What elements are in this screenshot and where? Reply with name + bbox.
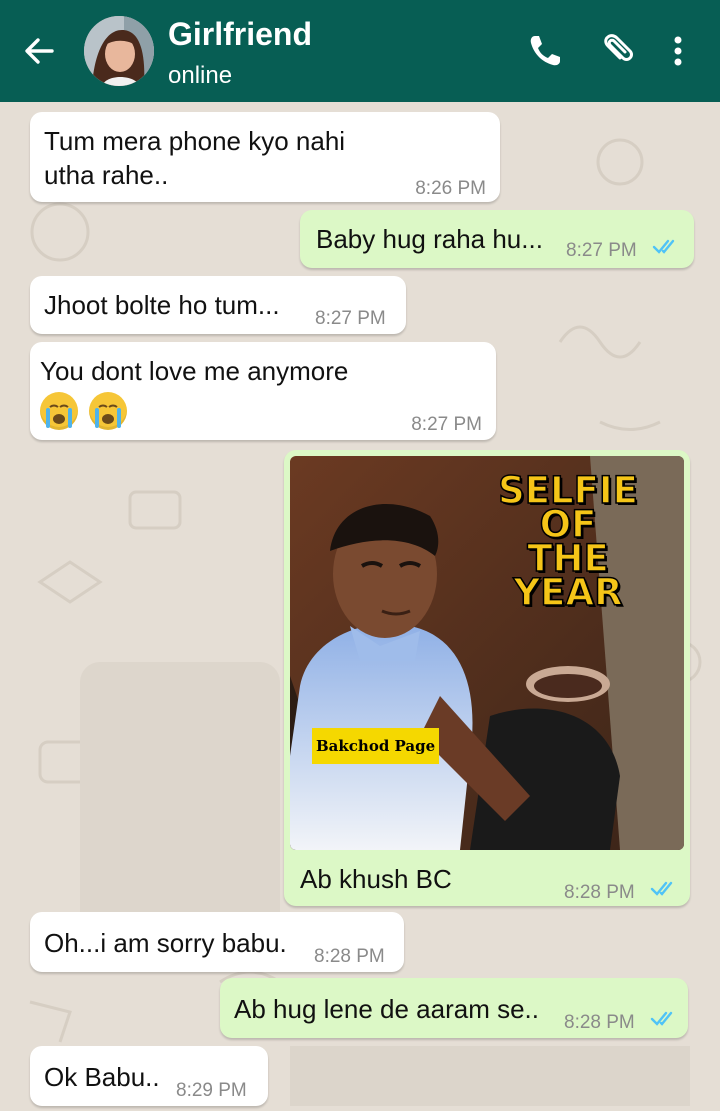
message-time: 8:27 PM: [315, 308, 386, 329]
contact-avatar[interactable]: [84, 16, 154, 86]
contact-status: online: [168, 62, 233, 89]
message-incoming[interactable]: Tum mera phone kyo nahi utha rahe.. 8:26…: [30, 112, 500, 202]
crying-face-emoji: [89, 392, 128, 430]
message-incoming[interactable]: Jhoot bolte ho tum... 8:27 PM: [30, 276, 406, 334]
selfie-image[interactable]: SELFIE OF THE YEAR Bakchod Page: [290, 456, 684, 850]
chat-area[interactable]: Tum mera phone kyo nahi utha rahe.. 8:26…: [0, 102, 720, 1111]
message-outgoing-image[interactable]: SELFIE OF THE YEAR Bakchod Page Ab khush…: [284, 450, 690, 906]
message-incoming[interactable]: You dont love me anymore 8:27 PM: [30, 342, 496, 440]
read-ticks-icon: [652, 239, 675, 254]
selfie-overlay-title: SELFIE OF THE YEAR: [497, 469, 638, 614]
message-time: 8:28 PM: [564, 1012, 635, 1033]
message-time: 8:28 PM: [314, 946, 385, 967]
message-text: Tum mera phone kyo nahi utha rahe..: [44, 126, 346, 190]
message-outgoing[interactable]: Baby hug raha hu... 8:27 PM: [300, 210, 694, 268]
image-caption: Ab khush BC: [300, 864, 452, 894]
message-time: 8:29 PM: [176, 1080, 247, 1101]
message-text: Baby hug raha hu...: [316, 224, 543, 254]
crying-face-emoji: [40, 392, 78, 430]
message-incoming[interactable]: Ok Babu.. 8:29 PM: [30, 1046, 268, 1106]
message-incoming[interactable]: Oh...i am sorry babu. 8:28 PM: [30, 912, 404, 972]
read-ticks-icon: [650, 1011, 673, 1026]
message-text: Oh...i am sorry babu.: [44, 928, 287, 958]
phone-icon[interactable]: [526, 32, 564, 70]
back-arrow-icon[interactable]: [22, 34, 56, 68]
message-time: 8:27 PM: [411, 414, 482, 435]
contact-name[interactable]: Girlfriend: [168, 16, 312, 53]
message-time: 8:26 PM: [415, 178, 486, 199]
watermark-label: Bakchod Page: [312, 728, 440, 764]
read-ticks-icon: [650, 881, 673, 896]
message-time: 8:28 PM: [564, 882, 635, 903]
emoji-row: [40, 392, 131, 430]
message-text: You dont love me anymore: [40, 356, 349, 386]
chat-header: Girlfriend online: [0, 0, 720, 102]
more-vertical-icon[interactable]: [666, 32, 690, 70]
paperclip-icon[interactable]: [596, 32, 634, 70]
message-text: Ab hug lene de aaram se..: [234, 994, 539, 1024]
message-outgoing[interactable]: Ab hug lene de aaram se.. 8:28 PM: [220, 978, 688, 1038]
message-time: 8:27 PM: [566, 240, 637, 261]
blurred-region: [290, 1046, 690, 1106]
message-text: Jhoot bolte ho tum...: [44, 290, 280, 320]
message-text: Ok Babu..: [44, 1062, 160, 1092]
